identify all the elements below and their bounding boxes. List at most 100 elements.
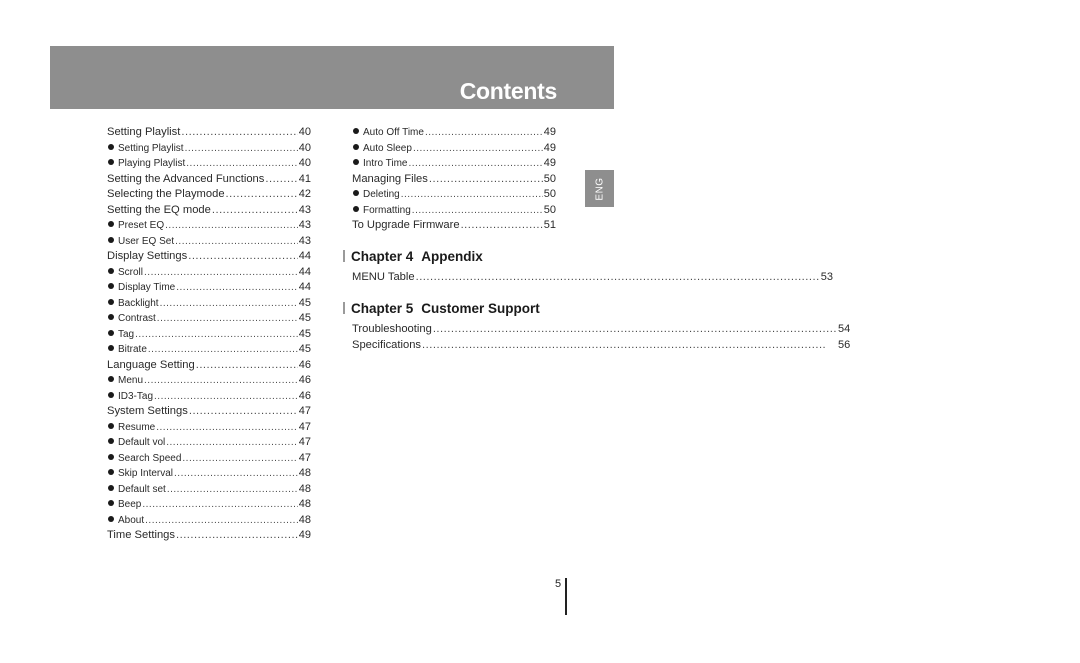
bullet-icon xyxy=(108,221,114,227)
toc-entry[interactable]: To Upgrade Firmware 51 xyxy=(352,218,556,234)
toc-entry[interactable]: MENU Table 53 xyxy=(352,270,833,286)
bullet-icon xyxy=(108,484,114,491)
toc-entry[interactable]: Specifications 56 xyxy=(352,338,850,354)
dot-leader xyxy=(144,265,298,281)
toc-entry[interactable]: Default vol 47 xyxy=(107,435,311,451)
toc-entry[interactable]: Tag 45 xyxy=(107,327,311,343)
toc-entry-label: ID3-Tag xyxy=(118,390,154,402)
toc-entry[interactable]: Menu 46 xyxy=(107,373,311,389)
toc-entry[interactable]: Language Setting 46 xyxy=(107,358,311,374)
dot-leader xyxy=(212,203,298,219)
bullet-icon xyxy=(108,267,114,274)
toc-entry[interactable]: Resume 47 xyxy=(107,420,311,436)
toc-entry-label: Display Time xyxy=(118,282,176,293)
toc-entry-page: 56 xyxy=(837,338,851,351)
toc-entry-page: 48 xyxy=(298,482,311,495)
toc-entry[interactable]: Setting the EQ mode 43 xyxy=(107,203,311,219)
toc-entry[interactable]: Playing Playlist 40 xyxy=(107,156,311,172)
toc-entry-label: Playing Playlist xyxy=(118,158,186,169)
bullet-icon xyxy=(108,422,114,429)
dot-leader xyxy=(185,141,298,157)
toc-entry-page: 49 xyxy=(543,157,556,169)
toc-entry[interactable]: Deleting 50 xyxy=(352,187,556,203)
toc-entry[interactable]: Setting Playlist 40 xyxy=(107,125,311,141)
toc-entry[interactable]: Search Speed 47 xyxy=(107,451,311,467)
chapter-5-heading: Chapter 5 Customer Support xyxy=(343,301,540,316)
dot-leader xyxy=(416,270,820,286)
toc-entry-page: 45 xyxy=(298,312,311,324)
toc-entry[interactable]: Skip Interval 48 xyxy=(107,466,311,482)
toc-entry-label: Skip Interval xyxy=(118,468,174,479)
toc-entry[interactable]: Intro Time 49 xyxy=(352,156,556,172)
bullet-icon xyxy=(108,314,114,320)
toc-entry-label: Selecting the Playmode xyxy=(107,188,225,200)
bullet-icon xyxy=(108,236,114,243)
toc-entry-label: Setting the Advanced Functions xyxy=(107,172,265,185)
toc-entry[interactable]: Display Settings 44 xyxy=(107,249,311,265)
toc-entry-page: 47 xyxy=(298,405,311,417)
toc-entry[interactable]: Setting the Advanced Functions 41 xyxy=(107,172,311,188)
toc-entry[interactable]: Time Settings 49 xyxy=(107,528,311,544)
bullet-icon xyxy=(353,159,359,165)
dot-leader xyxy=(425,125,543,141)
toc-entry[interactable]: Scroll 44 xyxy=(107,265,311,281)
dot-leader xyxy=(176,280,298,296)
chapter-5-entries: Troubleshooting 54 Specifications 56 xyxy=(352,322,850,353)
toc-entry-label: Troubleshooting xyxy=(352,323,432,335)
contents-header: Contents xyxy=(50,46,619,155)
toc-entry[interactable]: Auto Sleep 49 xyxy=(352,141,556,157)
bullet-icon xyxy=(108,469,114,475)
toc-entry-label: Specifications xyxy=(352,338,422,351)
toc-entry[interactable]: Formatting 50 xyxy=(352,203,556,219)
toc-entry-label: Language Setting xyxy=(107,358,195,371)
toc-entry[interactable]: Preset EQ 43 xyxy=(107,218,311,234)
toc-entry-label: Backlight xyxy=(118,297,159,309)
language-tab: ENG xyxy=(585,170,614,207)
toc-entry[interactable]: Auto Off Time 49 xyxy=(352,125,556,141)
toc-entry[interactable]: About 48 xyxy=(107,513,311,529)
toc-entry-label: Setting Playlist xyxy=(118,142,184,154)
chapter-title: Appendix xyxy=(421,249,483,264)
toc-entry-label: Scroll xyxy=(118,266,144,278)
toc-entry-label: Display Settings xyxy=(107,250,188,262)
toc-entry-label: Menu xyxy=(118,375,144,386)
language-label: ENG xyxy=(594,176,605,201)
dot-leader xyxy=(226,187,298,203)
toc-entry[interactable]: User EQ Set 43 xyxy=(107,234,311,250)
toc-entry[interactable]: Display Time 44 xyxy=(107,280,311,296)
dot-leader xyxy=(142,497,297,513)
toc-entry-label: Preset EQ xyxy=(118,220,165,231)
toc-entry-page: 47 xyxy=(298,436,311,448)
toc-entry-page: 48 xyxy=(298,513,311,526)
dot-leader xyxy=(189,404,298,420)
dot-leader xyxy=(166,435,298,451)
toc-entry[interactable]: Default set 48 xyxy=(107,482,311,498)
dot-leader xyxy=(181,125,297,141)
toc-entry[interactable]: Troubleshooting 54 xyxy=(352,322,850,338)
dot-leader xyxy=(174,466,298,482)
toc-entry[interactable]: ID3-Tag 46 xyxy=(107,389,311,405)
toc-entry[interactable]: Managing Files 50 xyxy=(352,172,556,188)
dot-leader xyxy=(175,234,298,250)
bullet-icon xyxy=(353,143,359,150)
toc-entry-page: 50 xyxy=(543,188,556,200)
toc-entry[interactable]: Bitrate 45 xyxy=(107,342,311,358)
dot-leader xyxy=(412,203,543,219)
dot-leader xyxy=(145,513,298,529)
toc-entry-page: 43 xyxy=(298,234,311,247)
toc-entry-label: Setting the EQ mode xyxy=(107,203,211,216)
dot-leader xyxy=(156,420,298,436)
toc-entry[interactable]: Selecting the Playmode 42 xyxy=(107,187,311,203)
toc-entry[interactable]: Contrast 45 xyxy=(107,311,311,327)
toc-entry[interactable]: Setting Playlist 40 xyxy=(107,141,311,157)
toc-entry[interactable]: Backlight 45 xyxy=(107,296,311,312)
toc-entry-label: MENU Table xyxy=(352,271,415,283)
toc-entry[interactable]: System Settings 47 xyxy=(107,404,311,420)
page-title: Contents xyxy=(459,78,558,104)
toc-entry-label: Default vol xyxy=(118,437,166,448)
dot-leader xyxy=(188,249,298,265)
toc-entry-label: User EQ Set xyxy=(118,235,175,247)
toc-entry-label: Deleting xyxy=(363,189,400,200)
toc-entry-page: 49 xyxy=(543,126,556,138)
toc-entry[interactable]: Beep 48 xyxy=(107,497,311,513)
